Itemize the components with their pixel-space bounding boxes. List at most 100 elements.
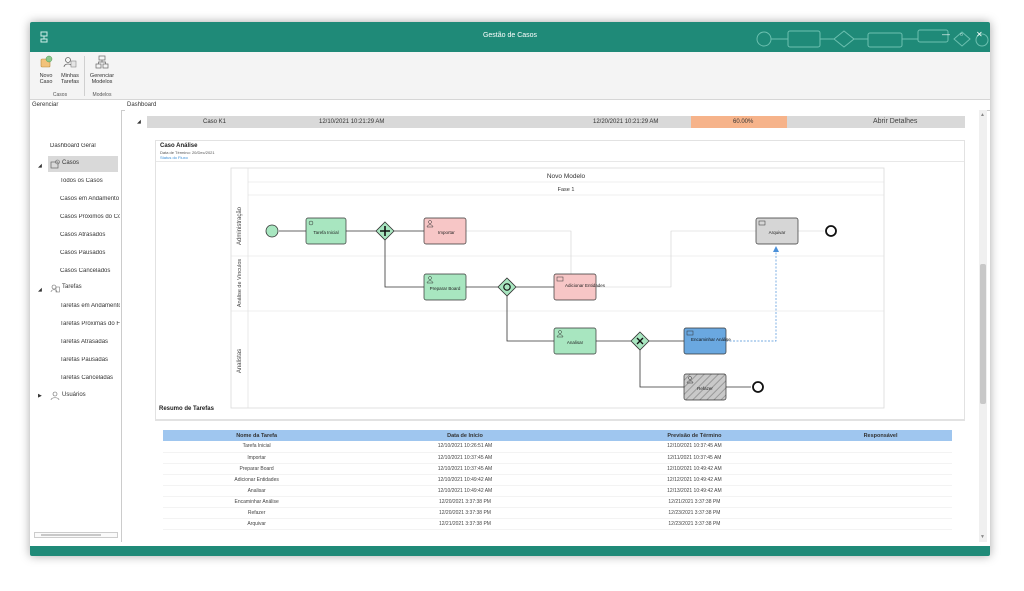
new-case-button[interactable]: Novo Caso (34, 55, 58, 85)
table-row[interactable]: Refazer 12/20/2021 3:37:38 PM 12/23/2021 3… (163, 507, 952, 519)
column-header-task-name[interactable]: Nome da Tarefa (163, 430, 351, 441)
sidebar-horizontal-scrollbar[interactable] (34, 532, 118, 538)
svg-text:Adicionar Entidades: Adicionar Entidades (565, 283, 606, 288)
task-arquivar[interactable]: Arquivar (755, 217, 799, 245)
flow-status-link[interactable]: Status do Fluxo (160, 155, 188, 160)
sidebar-item-tarefas-canceladas[interactable]: Tarefas Canceladas (60, 375, 120, 381)
model-title: Novo Modelo (547, 173, 586, 180)
models-icon (95, 55, 109, 69)
table-row[interactable]: Encaminhar Análise 12/20/2021 3:37:38 PM 1… (163, 496, 952, 508)
svg-text:Preparar Board: Preparar Board (430, 286, 461, 291)
svg-text:Analisar: Analisar (567, 340, 584, 345)
case-detail-panel: Caso Análise Data de Término: 20/Dec/202… (155, 140, 965, 420)
task-encaminhar-analise[interactable]: Encaminhar Análise (683, 327, 731, 355)
manage-models-button[interactable]: Gerenciar Modelos (88, 55, 116, 85)
cell-start-date: 12/10/2021 10:37:45 AM (350, 463, 580, 475)
table-row[interactable]: Analisar 12/10/2021 10:49:42 AM 12/13/2021… (163, 485, 952, 497)
cell-due-date: 12/10/2021 10:37:45 AM (579, 441, 810, 453)
scrollbar-thumb[interactable] (980, 264, 986, 404)
sidebar: Dashboard Geral ◢ Casos Todos os Casos C… (30, 110, 122, 542)
sidebar-item-casos-proximos[interactable]: Casos Próximos do Conclusão (60, 214, 120, 220)
dashboard-tab[interactable]: Dashboard (127, 101, 156, 110)
scroll-up-icon[interactable]: ▲ (980, 112, 985, 118)
sidebar-item-casos[interactable]: Casos (48, 156, 118, 172)
case-progress-text: 60.00% (733, 119, 754, 125)
end-event[interactable] (825, 225, 837, 237)
task-analisar[interactable]: Analisar (553, 327, 597, 355)
decorative-flow-graphic (756, 29, 989, 48)
cell-responsible (809, 441, 952, 453)
sidebar-item-todos-casos[interactable]: Todos os Casos (60, 178, 120, 184)
minimize-button[interactable]: — (942, 30, 950, 39)
sidebar-item-tarefas-atrasadas[interactable]: Tarefas Atrasadas (60, 339, 120, 345)
cases-icon (50, 159, 60, 169)
table-row[interactable]: Arquivar 12/21/2021 3:37:38 PM 12/23/2021 … (163, 518, 952, 530)
main-vertical-scrollbar[interactable]: ▲ ▼ (979, 110, 987, 542)
lane-label-analise-vinculos: Análise de Vínculos (237, 259, 243, 308)
sidebar-item-casos-andamento[interactable]: Casos em Andamento (60, 196, 120, 202)
sidebar-item-usuarios[interactable]: Usuários (48, 390, 118, 404)
cell-task-name: Analisar (163, 485, 351, 497)
summary-divider (155, 420, 965, 421)
column-header-responsible[interactable]: Responsável (809, 430, 952, 441)
case-detail-title: Caso Análise (160, 143, 198, 149)
cell-responsible (809, 507, 952, 519)
sidebar-item-casos-cancelados[interactable]: Casos Cancelados (60, 268, 120, 274)
lane-label-analistas: Analistas (237, 349, 243, 373)
task-importar[interactable]: Importar (423, 217, 467, 245)
my-tasks-icon (63, 57, 77, 68)
task-preparar-board[interactable]: Preparar Board (423, 273, 467, 301)
collapse-case-icon[interactable]: ◢ (137, 119, 141, 125)
end-event[interactable] (752, 381, 764, 393)
cell-due-date: 12/10/2021 10:49:42 AM (579, 463, 810, 475)
scrollbar-thumb[interactable] (41, 534, 101, 536)
task-tarefa-inicial[interactable]: Tarefa Inicial (305, 217, 347, 245)
column-header-due-date[interactable]: Previsão de Término (579, 430, 810, 441)
close-button[interactable]: ✕ (976, 30, 983, 39)
cell-start-date: 12/21/2021 3:37:38 PM (350, 518, 580, 530)
table-body: Tarefa Inicial 12/10/2021 10:26:51 AM 12/1… (163, 441, 952, 530)
scroll-down-icon[interactable]: ▼ (980, 534, 985, 540)
sidebar-item-casos-pausados[interactable]: Casos Pausados (60, 250, 120, 256)
column-header-start-date[interactable]: Data de Início (350, 430, 580, 441)
case-end-date: 12/20/2021 10:21:29 AM (593, 119, 659, 125)
svg-text:Refazer: Refazer (697, 386, 713, 391)
sidebar-item-tarefas[interactable]: Tarefas (48, 282, 118, 296)
sidebar-item-tarefas-proximas[interactable]: Tarefas Próximas do Fim (60, 321, 120, 327)
lane-label-administracao: Administração (237, 206, 243, 245)
cell-task-name: Preparar Board (163, 463, 351, 475)
start-event[interactable] (265, 224, 279, 238)
svg-text:Arquivar: Arquivar (769, 230, 786, 235)
sidebar-item-dashboard[interactable]: Dashboard Geral (50, 143, 96, 149)
table-row[interactable]: Tarefa Inicial 12/10/2021 10:26:51 AM 12/1… (163, 441, 952, 453)
cell-start-date: 12/10/2021 10:49:42 AM (350, 474, 580, 486)
sidebar-item-tarefas-pausadas[interactable]: Tarefas Pausadas (60, 357, 120, 363)
cell-responsible (809, 485, 952, 497)
table-row[interactable]: Adicionar Entidades 12/10/2021 10:49:42 A… (163, 474, 952, 486)
status-bar (30, 546, 990, 556)
chevron-down-icon[interactable]: ◢ (38, 163, 42, 169)
cell-start-date: 12/10/2021 10:26:51 AM (350, 441, 580, 453)
chevron-right-icon[interactable]: ▶ (38, 393, 42, 399)
case-start-date: 12/10/2021 10:21:29 AM (319, 119, 385, 125)
sidebar-item-casos-atrasados[interactable]: Casos Atrasados (60, 232, 120, 238)
maximize-button[interactable]: ▫ (960, 30, 963, 39)
cell-start-date: 12/10/2021 10:37:45 AM (350, 452, 580, 464)
chevron-down-icon[interactable]: ◢ (38, 287, 42, 293)
tasks-icon (50, 284, 60, 293)
table-row[interactable]: Preparar Board 12/10/2021 10:37:45 AM 12/1… (163, 463, 952, 475)
open-details-button[interactable]: Abrir Detalhes (873, 118, 917, 125)
cell-due-date: 12/21/2021 3:37:38 PM (579, 496, 810, 508)
task-refazer[interactable]: Refazer (683, 373, 727, 401)
table-row[interactable]: Importar 12/10/2021 10:37:45 AM 12/11/2021… (163, 452, 952, 464)
my-tasks-button[interactable]: Minhas Tarefas (58, 55, 82, 85)
summary-title: Resumo de Tarefas (159, 406, 214, 412)
case-row[interactable]: Caso K1 12/10/2021 10:21:29 AM 12/20/202… (147, 116, 965, 128)
app-window: Gestão de Casos — ▫ ✕ Novo Caso Minhas T… (30, 22, 990, 556)
ribbon-group-casos: Casos (52, 92, 68, 98)
sidebar-item-tarefas-andamento[interactable]: Tarefas em Andamento (60, 303, 120, 309)
title-bar: Gestão de Casos — ▫ ✕ (30, 22, 990, 52)
cell-responsible (809, 496, 952, 508)
cell-responsible (809, 474, 952, 486)
table-header-row: Nome da Tarefa Data de Início Previsão d… (163, 430, 952, 441)
